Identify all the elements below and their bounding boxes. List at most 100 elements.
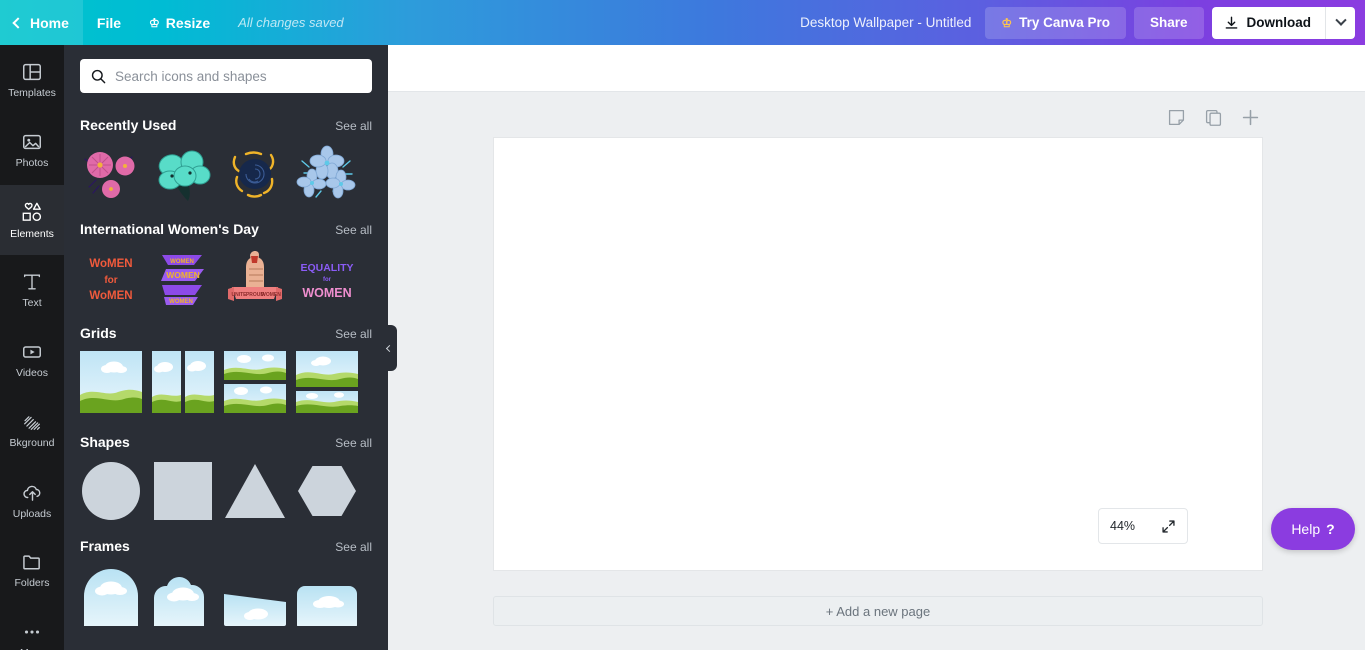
svg-text:WOMEN: WOMEN xyxy=(170,259,194,265)
resize-button[interactable]: ♔ Resize xyxy=(135,0,224,45)
add-new-page-button[interactable]: + Add a new page xyxy=(493,596,1263,626)
help-label: Help xyxy=(1291,521,1321,537)
sidebar-item-label: Templates xyxy=(8,87,56,100)
element-grid-single[interactable] xyxy=(80,351,142,418)
element-frame-rounded-rect[interactable] xyxy=(296,564,358,626)
element-navy-gold-rose-sticker[interactable] xyxy=(224,143,286,205)
section-recently-used: Recently Used See all xyxy=(64,117,388,205)
sidebar-item-bkground[interactable]: Bkground xyxy=(0,395,64,465)
sidebar-item-text[interactable]: Text xyxy=(0,255,64,325)
add-page-icon[interactable] xyxy=(1241,108,1260,132)
see-all-link-grids[interactable]: See all xyxy=(335,327,372,341)
svg-text:WoMEN: WoMEN xyxy=(89,258,132,270)
header-right-group: Desktop Wallpaper - Untitled ♔ Try Canva… xyxy=(800,0,1365,45)
element-equality-for-women-lettering[interactable]: EQUALITY for WOMEN xyxy=(296,247,358,309)
element-teal-flowers-sticker[interactable] xyxy=(152,143,214,205)
try-canva-pro-button[interactable]: ♔ Try Canva Pro xyxy=(985,6,1126,39)
element-frame-slanted-rect[interactable] xyxy=(224,564,286,626)
shapes-grid xyxy=(80,460,372,522)
zoom-control: 44% xyxy=(1098,508,1188,544)
sidebar-item-label: Folders xyxy=(14,577,50,590)
purple-ribbon-graphic: WOMEN WOMEN WOMEN xyxy=(161,255,204,305)
chevron-left-icon xyxy=(385,344,394,352)
share-label: Share xyxy=(1149,15,1188,30)
section-header: Recently Used See all xyxy=(80,117,372,133)
background-icon xyxy=(24,416,40,431)
see-all-link-iwd[interactable]: See all xyxy=(335,223,372,237)
chevron-down-icon xyxy=(1334,14,1347,26)
svg-text:WOMEN: WOMEN xyxy=(302,286,351,300)
sidebar-item-templates[interactable]: Templates xyxy=(0,45,64,115)
section-title: International Women's Day xyxy=(80,221,259,237)
section-header: Grids See all xyxy=(80,325,372,341)
document-title[interactable]: Desktop Wallpaper - Untitled xyxy=(800,15,971,30)
home-button[interactable]: Home xyxy=(0,0,83,45)
try-pro-label: Try Canva Pro xyxy=(1019,15,1110,30)
raised-fist-graphic: UNITE PROUD WOMEN xyxy=(228,251,282,301)
see-all-link-recently-used[interactable]: See all xyxy=(335,119,372,133)
templates-icon xyxy=(23,64,41,81)
folder-icon xyxy=(23,555,40,570)
photo-icon xyxy=(23,135,41,150)
grid-two-rows-graphic xyxy=(224,351,286,413)
element-frame-arch[interactable] xyxy=(80,564,142,626)
navy-gold-rose-graphic xyxy=(232,151,275,198)
grid-two-rows-uneven-graphic xyxy=(296,351,358,413)
sidebar-item-more[interactable]: More xyxy=(0,605,64,650)
sidebar-item-elements[interactable]: Elements xyxy=(0,185,64,255)
element-shape-square[interactable] xyxy=(152,460,214,522)
frame-cloud-graphic xyxy=(153,577,205,626)
element-shape-circle[interactable] xyxy=(80,460,142,522)
file-menu-button[interactable]: File xyxy=(83,0,135,45)
section-frames: Frames See all xyxy=(64,538,388,626)
download-button[interactable]: Download xyxy=(1211,6,1325,39)
elements-panel: Recently Used See all xyxy=(64,45,388,650)
search-box[interactable] xyxy=(80,59,372,93)
frame-arch-graphic xyxy=(84,569,138,626)
duplicate-page-icon[interactable] xyxy=(1204,108,1223,132)
square-shape-icon xyxy=(154,462,212,520)
sidebar-item-label: Elements xyxy=(10,228,54,241)
upload-cloud-icon xyxy=(22,485,40,501)
element-frame-cloud[interactable] xyxy=(152,564,214,626)
svg-text:WoMEN: WoMEN xyxy=(89,290,132,302)
collapse-panel-button[interactable] xyxy=(379,325,397,371)
zoom-level-value[interactable]: 44% xyxy=(1110,519,1135,533)
section-title: Recently Used xyxy=(80,117,177,133)
element-grid-two-rows-uneven[interactable] xyxy=(296,351,358,418)
download-button-group: Download xyxy=(1211,6,1355,39)
element-grid-two-columns[interactable] xyxy=(152,351,214,418)
canva-editor: Home File ♔ Resize All changes saved Des… xyxy=(0,0,1365,650)
equality-for-women-graphic: EQUALITY for WOMEN xyxy=(300,262,353,300)
sidebar-item-uploads[interactable]: Uploads xyxy=(0,465,64,535)
notes-icon[interactable] xyxy=(1167,108,1186,132)
chevron-left-icon xyxy=(12,16,24,29)
element-purple-ribbon-banner[interactable]: WOMEN WOMEN WOMEN xyxy=(152,247,214,309)
design-canvas-page[interactable] xyxy=(494,138,1262,570)
expand-arrows-icon[interactable] xyxy=(1161,519,1176,534)
blue-blossoms-graphic xyxy=(296,145,356,199)
frame-rounded-rect-graphic xyxy=(297,586,357,626)
home-label: Home xyxy=(30,14,69,31)
search-input[interactable] xyxy=(115,68,362,84)
see-all-link-frames[interactable]: See all xyxy=(335,540,372,554)
question-mark-icon: ? xyxy=(1326,521,1335,537)
section-shapes: Shapes See all xyxy=(64,434,388,522)
element-raised-fist-banner[interactable]: UNITE PROUD WOMEN xyxy=(224,247,286,309)
section-title: Shapes xyxy=(80,434,130,450)
sidebar-item-label: Uploads xyxy=(12,507,52,520)
element-women-for-women-lettering[interactable]: WoMEN for WoMEN xyxy=(80,247,142,309)
iwd-grid: WoMEN for WoMEN WOMEN WOMEN WOMEN UNITE … xyxy=(80,247,372,309)
element-blue-blossoms-sticker[interactable] xyxy=(296,143,358,205)
sidebar-item-videos[interactable]: Videos xyxy=(0,325,64,395)
element-grid-two-rows[interactable] xyxy=(224,351,286,418)
sidebar-item-photos[interactable]: Photos xyxy=(0,115,64,185)
element-shape-hexagon[interactable] xyxy=(296,460,358,522)
see-all-link-shapes[interactable]: See all xyxy=(335,436,372,450)
share-button[interactable]: Share xyxy=(1133,6,1204,39)
help-button[interactable]: Help ? xyxy=(1271,508,1355,550)
download-options-button[interactable] xyxy=(1325,6,1355,39)
element-shape-triangle[interactable] xyxy=(224,460,286,522)
sidebar-item-folders[interactable]: Folders xyxy=(0,535,64,605)
element-pink-daisies-sticker[interactable] xyxy=(80,143,142,205)
